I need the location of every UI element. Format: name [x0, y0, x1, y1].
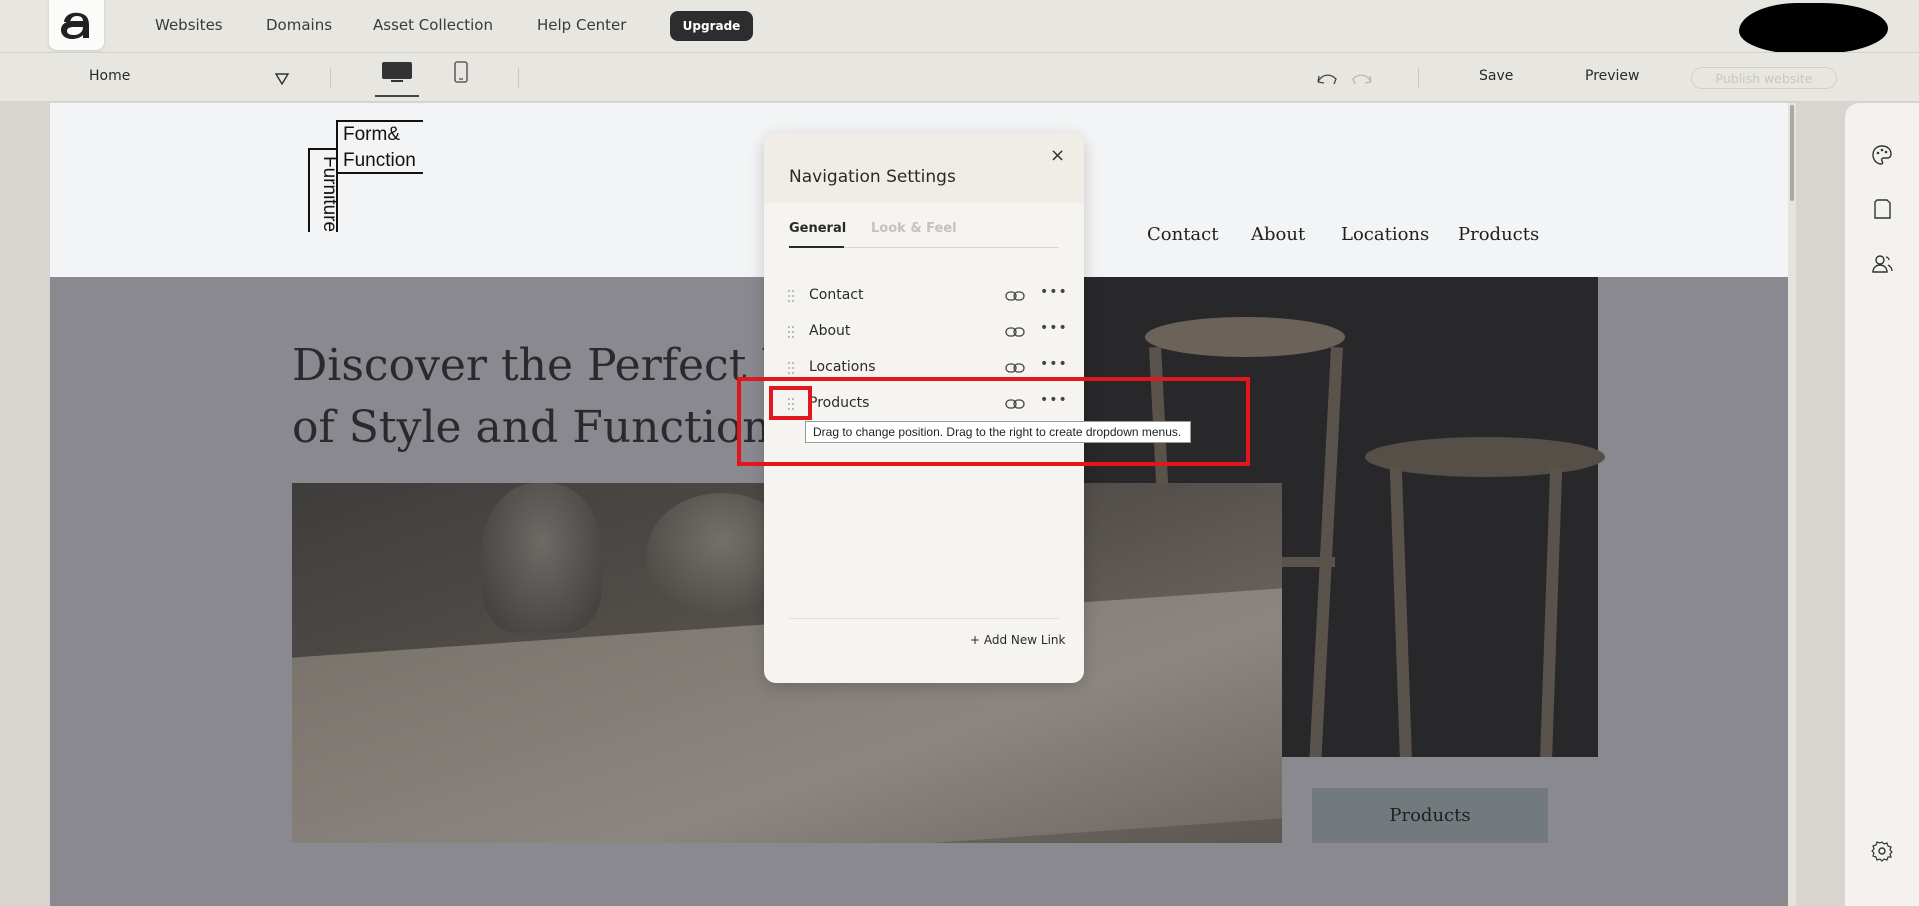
tab-general[interactable]: General	[789, 221, 846, 236]
more-options-icon[interactable]: •••	[1040, 284, 1068, 300]
more-options-icon[interactable]: •••	[1040, 356, 1068, 372]
panel-footer-divider	[789, 618, 1059, 619]
canvas-scrollbar[interactable]	[1788, 103, 1796, 906]
hero-headline-line-1: Discover the Perfect F	[292, 340, 791, 391]
more-options-icon[interactable]: •••	[1040, 320, 1068, 336]
settings-icon[interactable]	[1871, 840, 1893, 862]
right-rail	[1845, 103, 1919, 906]
link-icon[interactable]	[1005, 326, 1025, 338]
undo-icon[interactable]	[1316, 70, 1338, 86]
mobile-view-button[interactable]	[454, 61, 468, 87]
nav-asset-collection[interactable]: Asset Collection	[373, 16, 493, 34]
nav-item-label: About	[809, 323, 851, 339]
divider	[330, 68, 331, 88]
nav-domains[interactable]: Domains	[266, 16, 332, 34]
panel-title: Navigation Settings	[789, 167, 956, 187]
link-icon[interactable]	[1005, 290, 1025, 302]
mobile-icon	[454, 61, 468, 83]
users-icon[interactable]	[1871, 253, 1893, 275]
hero-headline-line-2: of Style and Functiona	[292, 402, 797, 453]
chevron-down-icon[interactable]	[275, 73, 289, 85]
add-new-link-button[interactable]: + Add New Link	[970, 633, 1065, 647]
upgrade-button[interactable]: Upgrade	[670, 11, 753, 41]
nav-item-label: Contact	[809, 287, 864, 303]
nav-item-row[interactable]: About •••	[764, 320, 1084, 350]
site-nav-contact[interactable]: Contact	[1147, 224, 1218, 245]
nav-help-center[interactable]: Help Center	[537, 16, 626, 34]
site-nav-products[interactable]: Products	[1458, 224, 1539, 245]
page-icon[interactable]	[1871, 198, 1893, 220]
app-logo[interactable]	[49, 0, 104, 50]
close-icon[interactable]: ×	[1050, 145, 1065, 166]
products-cta-button[interactable]: Products	[1312, 788, 1548, 843]
highlight-box-drag-handle	[769, 386, 812, 420]
nav-item-label: Locations	[809, 359, 876, 375]
palette-icon[interactable]	[1871, 144, 1893, 166]
divider	[518, 68, 519, 88]
save-button[interactable]: Save	[1479, 68, 1513, 84]
nav-item-row[interactable]: Contact •••	[764, 284, 1084, 314]
page-select[interactable]: Home	[89, 68, 130, 84]
link-icon[interactable]	[1005, 362, 1025, 374]
drag-handle-icon[interactable]	[788, 290, 796, 304]
hero-headline[interactable]: Discover the Perfect F of Style and Func…	[292, 335, 797, 459]
editor-toolbar: Home Save Preview Publish website	[0, 52, 1919, 102]
desktop-view-button[interactable]	[375, 61, 419, 97]
site-nav-locations[interactable]: Locations	[1341, 224, 1429, 245]
active-tab-indicator	[789, 246, 844, 248]
avatar[interactable]	[1739, 3, 1888, 54]
drag-handle-icon[interactable]	[788, 362, 796, 376]
drag-handle-icon[interactable]	[788, 326, 796, 340]
brand-logo[interactable]: Form& Function Furniture	[308, 120, 423, 232]
brand-text-top: Form&	[343, 124, 400, 145]
preview-button[interactable]: Preview	[1585, 68, 1640, 84]
highlight-box	[737, 377, 1250, 466]
tab-look-and-feel[interactable]: Look & Feel	[871, 221, 957, 236]
brand-text-vertical: Furniture	[319, 156, 340, 233]
scrollbar-thumb[interactable]	[1790, 105, 1794, 201]
redo-icon[interactable]	[1351, 70, 1373, 86]
site-nav-about[interactable]: About	[1251, 224, 1305, 245]
divider	[1418, 68, 1419, 88]
desktop-icon	[382, 62, 412, 82]
top-bar: Websites Domains Asset Collection Help C…	[0, 0, 1919, 54]
nav-websites[interactable]: Websites	[155, 16, 223, 34]
publish-website-button[interactable]: Publish website	[1691, 67, 1837, 89]
brand-text-mid: Function	[343, 150, 416, 171]
